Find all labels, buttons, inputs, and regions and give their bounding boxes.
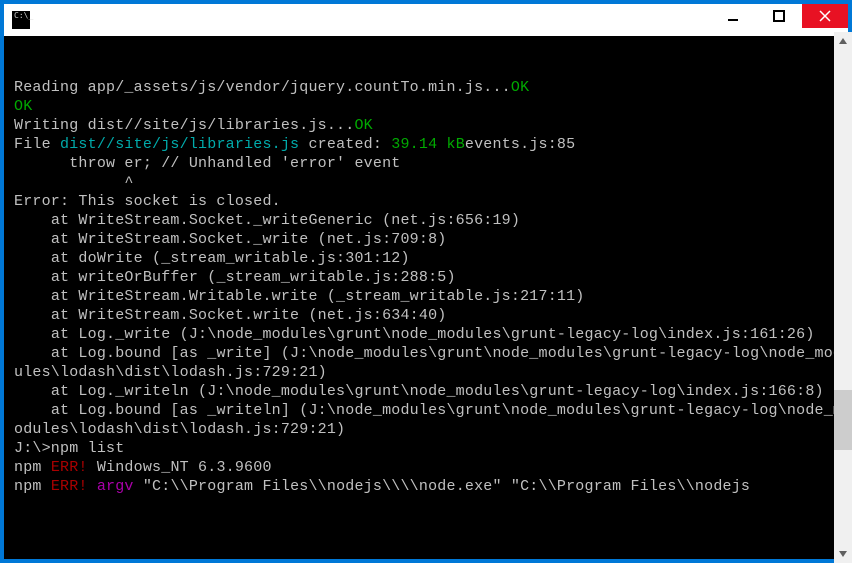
- terminal-text-segment: at WriteStream.Socket._write (net.js:709…: [14, 231, 446, 248]
- terminal-line: at Log._writeln (J:\node_modules\grunt\n…: [14, 382, 844, 401]
- cmd-icon: C:\_: [12, 11, 30, 29]
- terminal-line: Writing dist//site/js/libraries.js...OK: [14, 116, 844, 135]
- terminal-line: at Log.bound [as _write] (J:\node_module…: [14, 344, 844, 382]
- terminal-text-segment: npm: [14, 478, 51, 495]
- close-button[interactable]: [802, 4, 848, 28]
- terminal-line: throw er; // Unhandled 'error' event: [14, 154, 844, 173]
- titlebar[interactable]: C:\_: [4, 4, 848, 36]
- terminal-text-segment: 39.14 kB: [391, 136, 465, 153]
- terminal-text-segment: ERR!: [51, 478, 88, 495]
- terminal-text-segment: OK: [511, 79, 529, 96]
- terminal-text-segment: OK: [354, 117, 372, 134]
- terminal-text-segment: Error: This socket is closed.: [14, 193, 281, 210]
- terminal-line: at WriteStream.Socket.write (net.js:634:…: [14, 306, 844, 325]
- terminal-text-segment: at Log._writeln (J:\node_modules\grunt\n…: [14, 383, 824, 400]
- terminal-text-segment: at doWrite (_stream_writable.js:301:12): [14, 250, 410, 267]
- terminal-line: J:\>npm list: [14, 439, 844, 458]
- terminal-line: at writeOrBuffer (_stream_writable.js:28…: [14, 268, 844, 287]
- terminal-line: at Log._write (J:\node_modules\grunt\nod…: [14, 325, 844, 344]
- terminal-text-segment: File: [14, 136, 60, 153]
- terminal-line: File dist//site/js/libraries.js created:…: [14, 135, 844, 154]
- scroll-thumb[interactable]: [834, 390, 852, 450]
- terminal-line: ^: [14, 173, 844, 192]
- terminal-output[interactable]: Reading app/_assets/js/vendor/jquery.cou…: [4, 36, 848, 559]
- terminal-line: npm ERR! argv "C:\\Program Files\\nodejs…: [14, 477, 844, 496]
- scrollbar[interactable]: [834, 32, 852, 563]
- terminal-text-segment: OK: [14, 98, 32, 115]
- terminal-text-segment: Reading app/_assets/js/vendor/jquery.cou…: [14, 79, 511, 96]
- terminal-text-segment: created:: [299, 136, 391, 153]
- terminal-text-segment: at Log.bound [as _writeln] (J:\node_modu…: [14, 402, 842, 438]
- scroll-down-arrow-icon[interactable]: [834, 545, 852, 563]
- terminal-text-segment: at WriteStream.Writable.write (_stream_w…: [14, 288, 585, 305]
- window-controls: [710, 4, 848, 28]
- maximize-button[interactable]: [756, 4, 802, 28]
- terminal-text-segment: "C:\\Program Files\\nodejs\\\\node.exe" …: [134, 478, 751, 495]
- terminal-text-segment: [88, 478, 97, 495]
- terminal-line: at WriteStream.Writable.write (_stream_w…: [14, 287, 844, 306]
- terminal-text-segment: at Log._write (J:\node_modules\grunt\nod…: [14, 326, 815, 343]
- terminal-line: at doWrite (_stream_writable.js:301:12): [14, 249, 844, 268]
- scroll-up-arrow-icon[interactable]: [834, 32, 852, 50]
- terminal-text-segment: ERR!: [51, 459, 88, 476]
- terminal-line: npm ERR! Windows_NT 6.3.9600: [14, 458, 844, 477]
- terminal-text-segment: dist//site/js/libraries.js: [60, 136, 299, 153]
- terminal-line: OK: [14, 97, 844, 116]
- terminal-line: at WriteStream.Socket._write (net.js:709…: [14, 230, 844, 249]
- terminal-text-segment: argv: [97, 478, 134, 495]
- terminal-line: Reading app/_assets/js/vendor/jquery.cou…: [14, 78, 844, 97]
- terminal-text-segment: events.js:85: [465, 136, 575, 153]
- terminal-text-segment: at writeOrBuffer (_stream_writable.js:28…: [14, 269, 456, 286]
- terminal-text-segment: at WriteStream.Socket._writeGeneric (net…: [14, 212, 520, 229]
- terminal-line: at WriteStream.Socket._writeGeneric (net…: [14, 211, 844, 230]
- minimize-button[interactable]: [710, 4, 756, 28]
- terminal-window: C:\_ Reading app/_assets/js/vendor/jquer…: [3, 3, 849, 560]
- terminal-text-segment: Writing dist//site/js/libraries.js...: [14, 117, 354, 134]
- terminal-text-segment: throw er; // Unhandled 'error' event: [14, 155, 400, 172]
- terminal-text-segment: npm: [14, 459, 51, 476]
- terminal-text-segment: ^: [14, 174, 134, 191]
- terminal-line: at Log.bound [as _writeln] (J:\node_modu…: [14, 401, 844, 439]
- terminal-text-segment: at Log.bound [as _write] (J:\node_module…: [14, 345, 842, 381]
- terminal-text-segment: Windows_NT 6.3.9600: [88, 459, 272, 476]
- terminal-line: Error: This socket is closed.: [14, 192, 844, 211]
- scroll-track[interactable]: [834, 50, 852, 545]
- terminal-text-segment: at WriteStream.Socket.write (net.js:634:…: [14, 307, 446, 324]
- terminal-text-segment: J:\>npm list: [14, 440, 124, 457]
